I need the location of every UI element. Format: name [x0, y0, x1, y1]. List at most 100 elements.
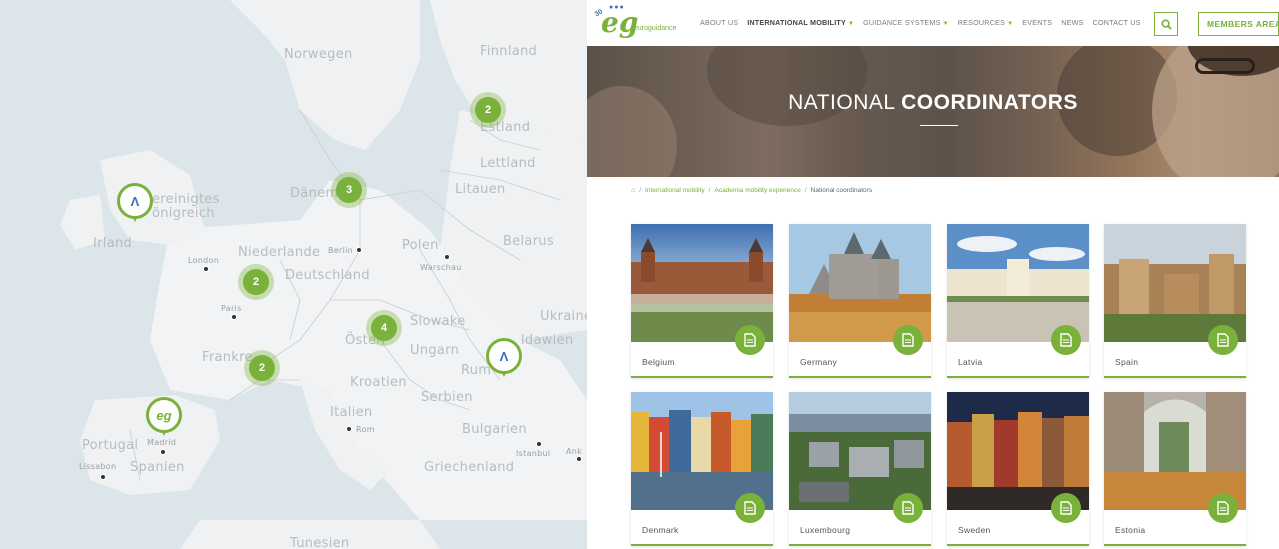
city-label-warschau: Warschau: [420, 263, 462, 272]
logo-mark: eg: [601, 6, 639, 39]
country-name: Latvia: [958, 357, 983, 367]
map-label-niederlande: Niederlande: [238, 245, 321, 260]
euroguidance-website: ●●● 30 eg euroguidance ABOUT US INTERNAT…: [587, 0, 1279, 549]
map-pin-spain[interactable]: eg: [146, 397, 182, 439]
city-dot-istanbul: [536, 441, 542, 447]
top-navigation: ●●● 30 eg euroguidance ABOUT US INTERNAT…: [587, 0, 1279, 46]
map-label-ungarn: Ungarn: [410, 343, 460, 358]
country-name: Estonia: [1115, 525, 1146, 535]
map-label-spanien: Spanien: [130, 460, 185, 475]
caret-down-icon: ▼: [942, 21, 949, 27]
map-cluster-marker[interactable]: 2: [244, 350, 280, 386]
city-dot-rom: [346, 426, 352, 432]
city-label-berlin: Berlin: [328, 246, 354, 255]
document-icon[interactable]: [735, 493, 765, 523]
map-label-tunesien: Tunesien: [290, 536, 350, 549]
map-label-deutschland: Deutschland: [285, 268, 370, 283]
breadcrumb: ⌂ / International mobility / Academia mobili…: [631, 187, 873, 194]
caret-down-icon: ▼: [847, 21, 855, 27]
menu-item-resources[interactable]: RESOURCES ▼: [958, 18, 1013, 27]
organization-logo-icon: Λ: [130, 193, 140, 209]
map-label-litauen: Litauen: [455, 182, 506, 197]
city-dot-ankara: [576, 456, 582, 462]
menu-item-guidance-systems[interactable]: GUIDANCE SYSTEMS ▼: [863, 18, 949, 27]
main-menu: ABOUT US INTERNATIONAL MOBILITY ▼ GUIDANC…: [700, 18, 1150, 27]
map-label-ukraine: Ukraine: [540, 309, 587, 324]
map-label-norwegen: Norwegen: [284, 47, 353, 62]
country-card-luxembourg[interactable]: Luxembourg: [789, 392, 931, 546]
country-name: Belgium: [642, 357, 675, 367]
map-cluster-marker[interactable]: 4: [366, 310, 402, 346]
cluster-count: 2: [249, 355, 275, 381]
map-label-portugal: Portugal: [82, 438, 139, 453]
document-icon[interactable]: [735, 325, 765, 355]
city-label-paris: Paris: [221, 304, 242, 313]
country-name: Sweden: [958, 525, 991, 535]
city-dot-london: [203, 266, 209, 272]
country-card-spain[interactable]: Spain: [1104, 224, 1246, 378]
map-label-belarus: Belarus: [503, 234, 554, 249]
city-dot-warschau: [444, 254, 450, 260]
country-card-estonia[interactable]: Estonia: [1104, 392, 1246, 546]
home-icon[interactable]: ⌂: [631, 187, 635, 194]
document-icon[interactable]: [893, 325, 923, 355]
map-label-irland: Irland: [93, 236, 133, 251]
city-label-madrid: Madrid: [147, 438, 177, 447]
city-dot-lissabon: [100, 474, 106, 480]
country-name: Germany: [800, 357, 838, 367]
breadcrumb-link[interactable]: International mobility: [645, 187, 705, 194]
cluster-count: 4: [371, 315, 397, 341]
country-card-belgium[interactable]: Belgium: [631, 224, 773, 378]
map-pin-uk[interactable]: Λ: [117, 183, 153, 225]
logo-text: euroguidance: [634, 25, 677, 32]
city-label-ank: Ank: [566, 447, 583, 456]
document-icon[interactable]: [893, 493, 923, 523]
cluster-count: 3: [336, 177, 362, 203]
map-label-koenigreich: önigreich: [152, 206, 215, 221]
document-icon[interactable]: [1051, 493, 1081, 523]
breadcrumb-link[interactable]: Academia mobility experience: [714, 187, 800, 194]
country-card-germany[interactable]: Germany: [789, 224, 931, 378]
map-pin-romania[interactable]: Λ: [486, 338, 522, 380]
menu-item-international-mobility[interactable]: INTERNATIONAL MOBILITY ▼: [747, 18, 854, 27]
hero-banner: NATIONAL COORDINATORS: [587, 46, 1279, 177]
document-icon[interactable]: [1208, 325, 1238, 355]
city-label-london: London: [188, 256, 220, 265]
map-label-griechenland: Griechenland: [424, 460, 515, 475]
map-label-italien: Italien: [330, 405, 373, 420]
country-name: Luxembourg: [800, 525, 851, 535]
document-icon[interactable]: [1051, 325, 1081, 355]
search-button[interactable]: [1154, 12, 1178, 36]
cluster-count: 2: [475, 97, 501, 123]
caret-down-icon: ▼: [1007, 21, 1014, 27]
menu-item-about-us[interactable]: ABOUT US: [700, 18, 738, 27]
country-card-denmark[interactable]: Denmark: [631, 392, 773, 546]
breadcrumb-current: National coordinators: [810, 187, 873, 194]
map-label-slowakei: Slowake: [410, 314, 466, 329]
document-icon[interactable]: [1208, 493, 1238, 523]
menu-item-contact-us[interactable]: CONTACT US: [1093, 18, 1141, 27]
country-name: Denmark: [642, 525, 679, 535]
map-label-finnland: Finnland: [480, 44, 538, 59]
europe-map[interactable]: Norwegen Finnland Estland Lettland Dänem…: [0, 0, 587, 549]
map-label-lettland: Lettland: [480, 156, 536, 171]
map-label-bulgarien: Bulgarien: [462, 422, 527, 437]
members-area-button[interactable]: MEMBERS AREA: [1198, 12, 1279, 36]
map-cluster-marker[interactable]: 3: [331, 172, 367, 208]
map-cluster-marker[interactable]: 2: [470, 92, 506, 128]
menu-item-news[interactable]: NEWS: [1061, 18, 1083, 27]
euroguidance-logo[interactable]: ●●● 30 eg euroguidance: [594, 4, 685, 40]
city-label-rom: Rom: [356, 425, 375, 434]
page-title: NATIONAL COORDINATORS: [788, 91, 1078, 114]
country-card-latvia[interactable]: Latvia: [947, 224, 1089, 378]
country-name: Spain: [1115, 357, 1139, 367]
map-label-polen: Polen: [402, 238, 439, 253]
cluster-count: 2: [243, 269, 269, 295]
title-underline: [920, 125, 958, 126]
map-cluster-marker[interactable]: 2: [238, 264, 274, 300]
map-label-kroatien: Kroatien: [350, 375, 407, 390]
country-card-sweden[interactable]: Sweden: [947, 392, 1089, 546]
menu-item-events[interactable]: EVENTS: [1022, 18, 1052, 27]
city-dot-berlin: [356, 247, 362, 253]
euroguidance-logo-icon: eg: [156, 407, 172, 423]
